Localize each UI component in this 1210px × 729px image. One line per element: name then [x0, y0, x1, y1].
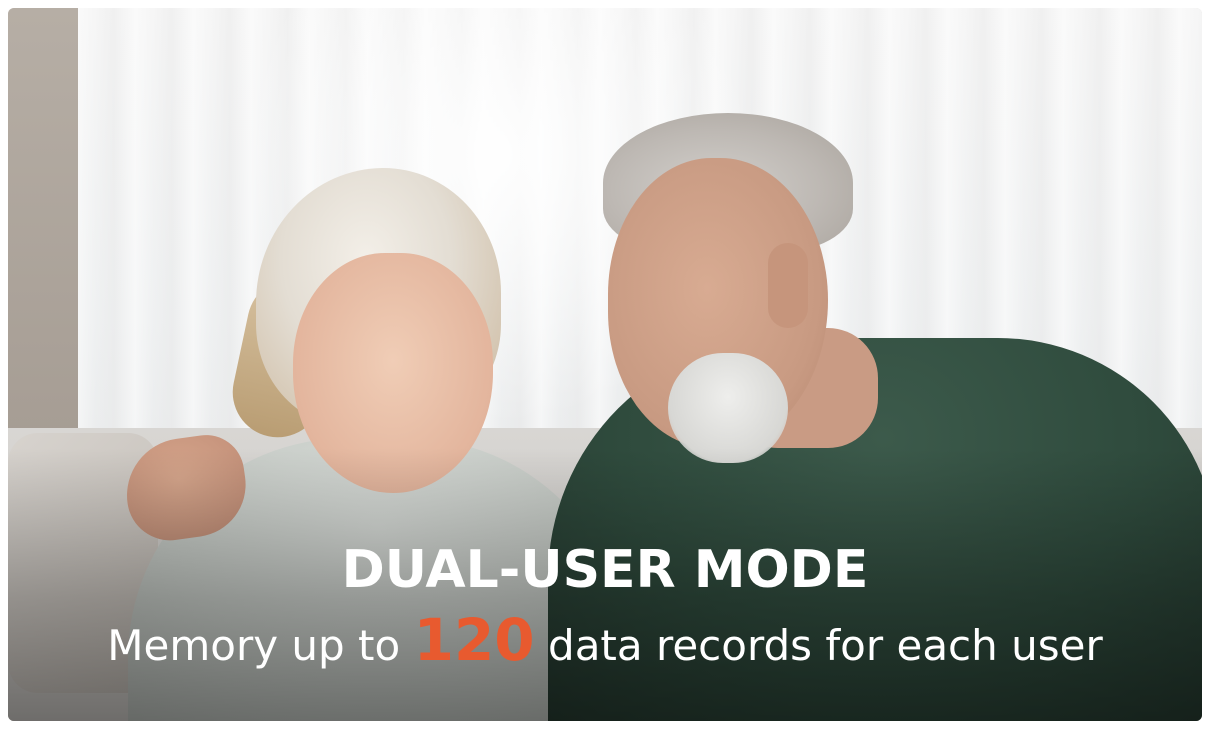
- headline: DUAL-USER MODE: [341, 540, 869, 600]
- subline: Memory up to 120 data records for each u…: [8, 610, 1202, 676]
- subline-prefix: Memory up to: [107, 621, 401, 670]
- product-photo: DUAL-USER MODE Memory up to 120 data rec…: [8, 8, 1202, 721]
- man-beard: [668, 353, 788, 463]
- caption: DUAL-USER MODE Memory up to 120 data rec…: [8, 540, 1202, 676]
- record-count: 120: [413, 606, 535, 674]
- subline-suffix: data records for each user: [548, 621, 1103, 670]
- man-ear: [768, 243, 808, 328]
